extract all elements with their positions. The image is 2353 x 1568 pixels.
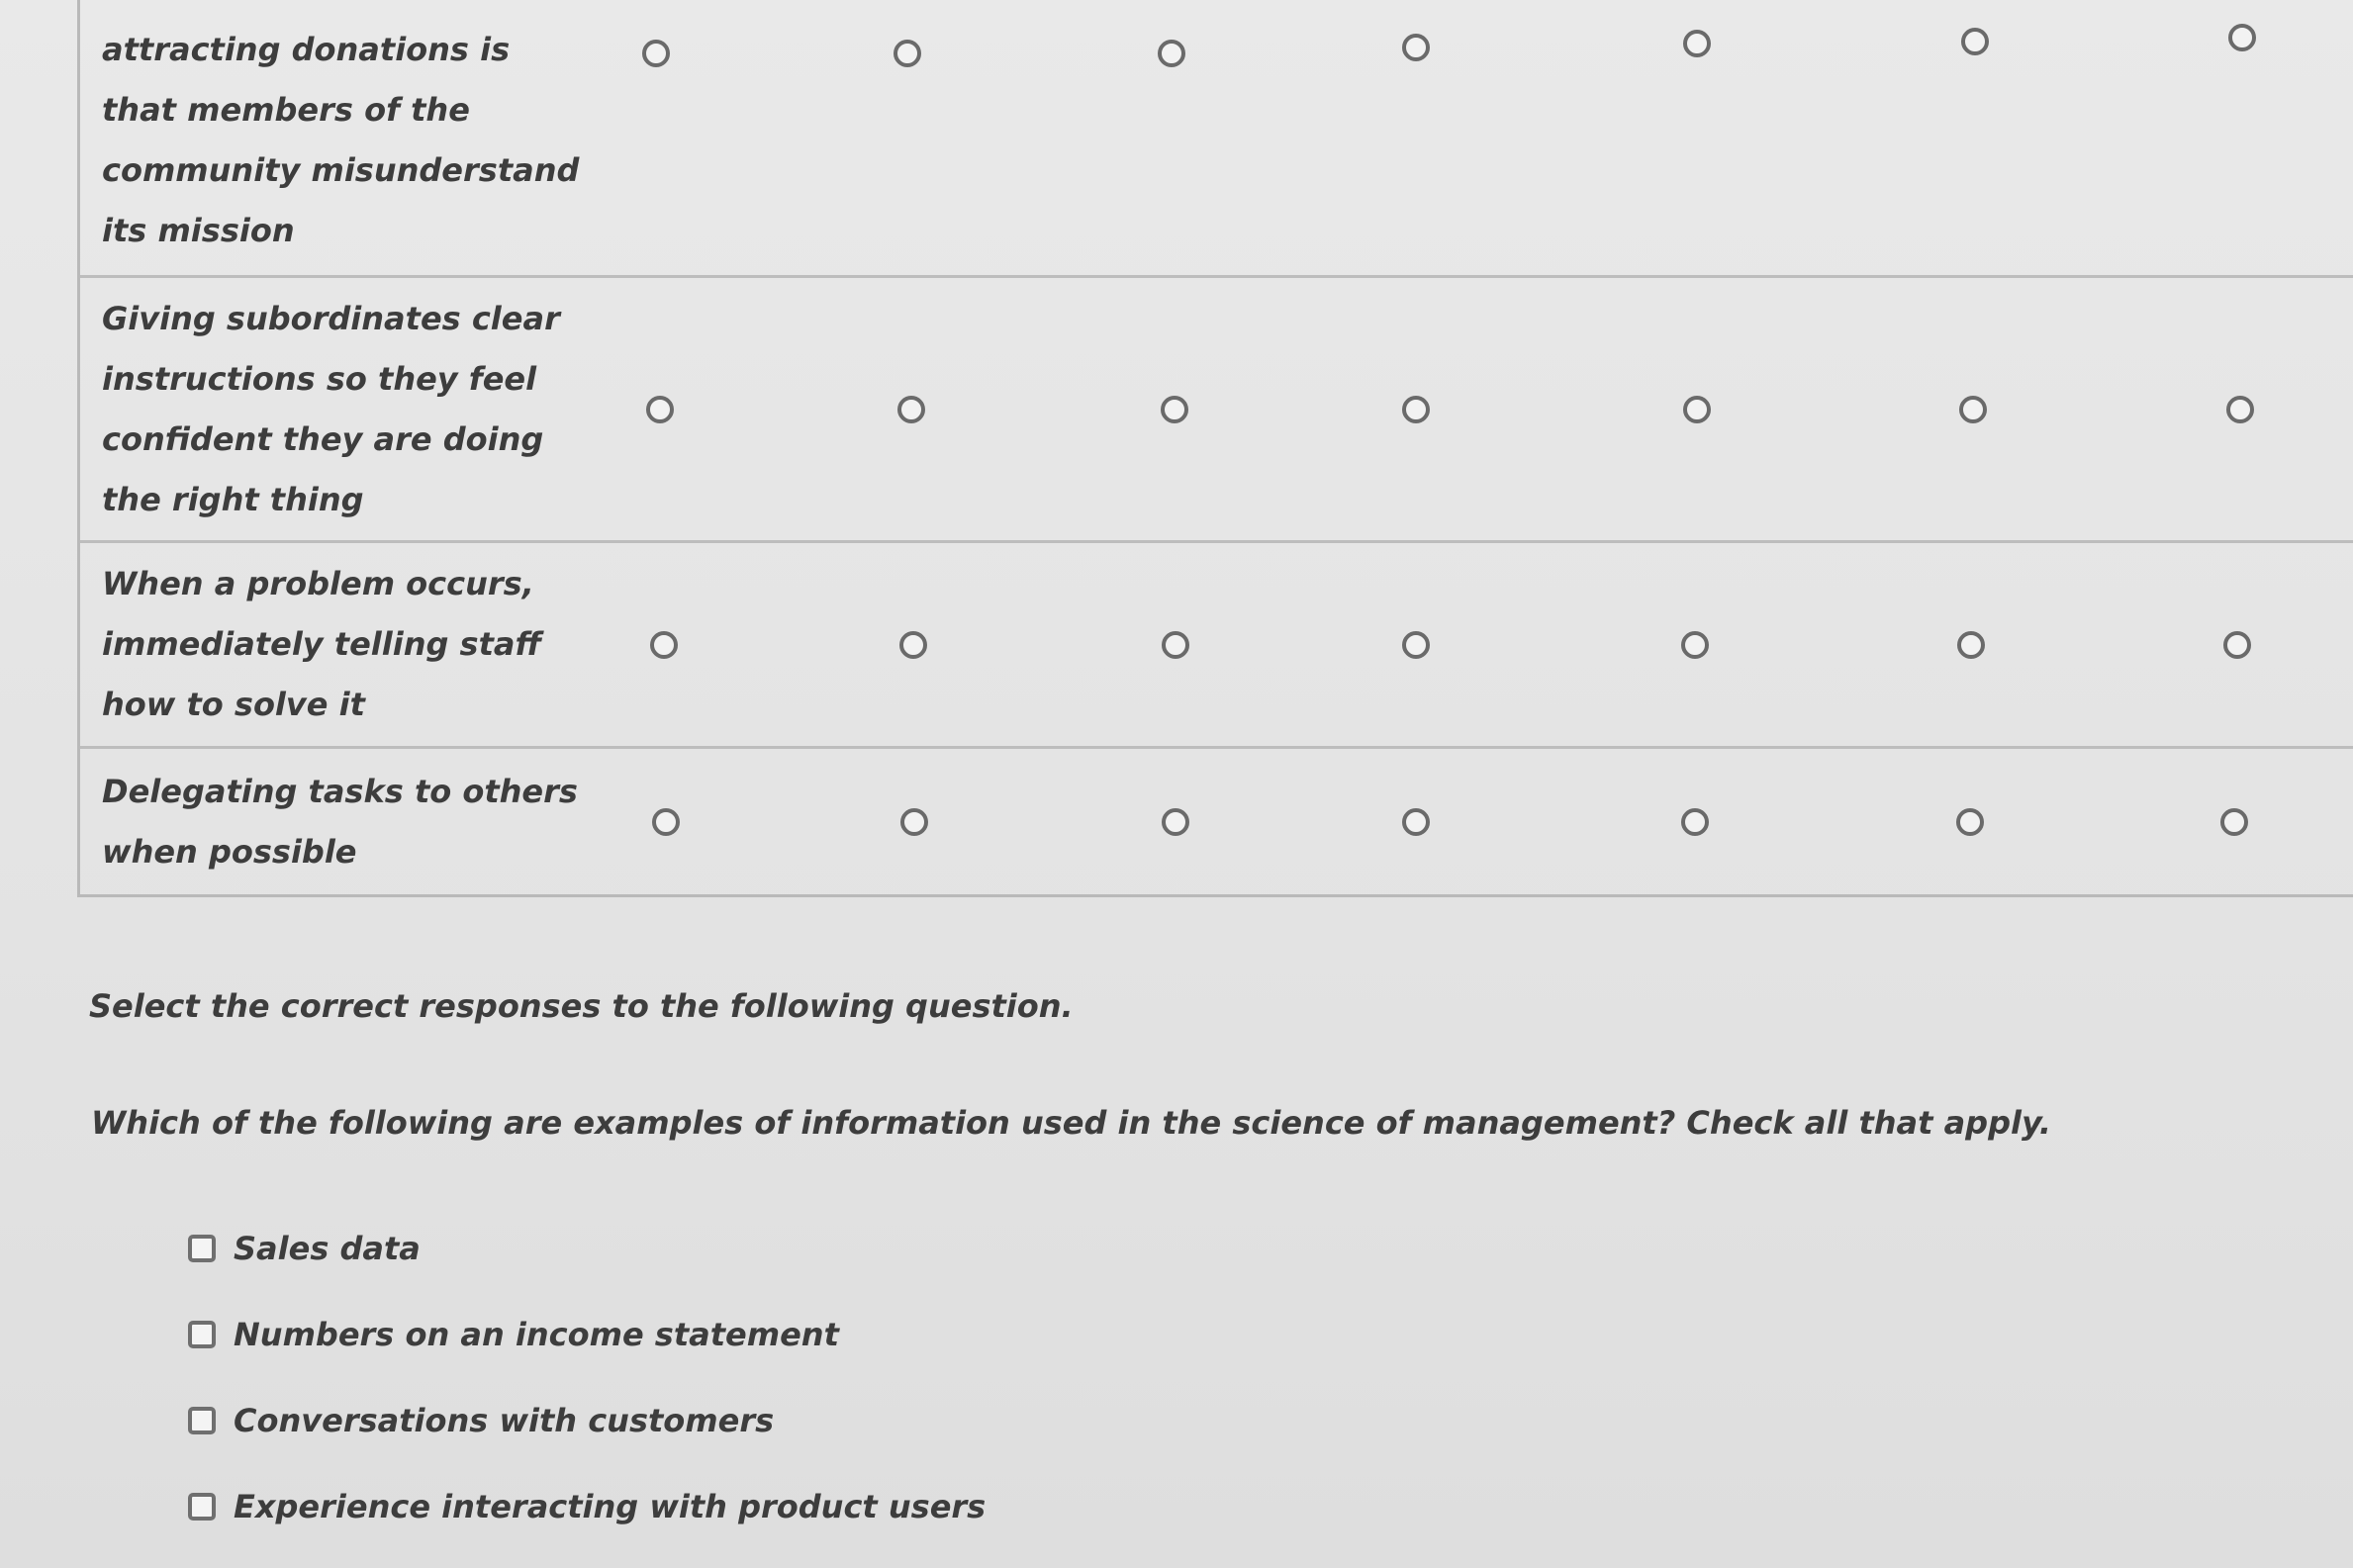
radio-option-2[interactable] bbox=[900, 807, 928, 836]
radio-option-4[interactable] bbox=[1402, 807, 1430, 836]
radio-option-5[interactable] bbox=[1681, 807, 1709, 836]
matrix-row: Giving subordinates clear instructions s… bbox=[80, 275, 2353, 540]
radio-option-5[interactable] bbox=[1683, 30, 1711, 57]
radio-option-6[interactable] bbox=[1956, 807, 1984, 836]
matrix-row-label: Giving subordinates clear instructions s… bbox=[102, 299, 560, 518]
radio-option-7[interactable] bbox=[2228, 24, 2256, 51]
radio-option-7[interactable] bbox=[2226, 395, 2254, 423]
choice-label: Numbers on an income statement bbox=[234, 1315, 839, 1353]
radio-option-5[interactable] bbox=[1681, 630, 1709, 659]
checkbox[interactable] bbox=[188, 1406, 216, 1434]
question-instruction: Select the correct responses to the foll… bbox=[89, 987, 1074, 1025]
radio-option-1[interactable] bbox=[650, 630, 678, 659]
radio-option-1[interactable] bbox=[652, 807, 680, 836]
radio-option-4[interactable] bbox=[1402, 395, 1430, 423]
choice-label: Experience interacting with product user… bbox=[234, 1487, 987, 1525]
matrix-row: When a problem occurs, immediately telli… bbox=[80, 540, 2353, 746]
radio-option-6[interactable] bbox=[1957, 630, 1985, 659]
radio-option-4[interactable] bbox=[1402, 630, 1430, 659]
radio-option-6[interactable] bbox=[1959, 395, 1987, 423]
matrix-row-label: When a problem occurs, immediately telli… bbox=[102, 565, 542, 723]
choice-label: Sales data bbox=[234, 1229, 421, 1267]
survey-page: attracting donations is that members of … bbox=[0, 0, 2353, 1568]
checkbox[interactable] bbox=[188, 1320, 216, 1348]
matrix-row: Delegating tasks to others when possible bbox=[80, 746, 2353, 894]
choice-sales-data[interactable]: Sales data bbox=[188, 1205, 986, 1291]
matrix-row-label: Delegating tasks to others when possible bbox=[102, 772, 578, 871]
radio-option-2[interactable] bbox=[894, 40, 921, 67]
checkbox[interactable] bbox=[188, 1234, 216, 1262]
likert-matrix: attracting donations is that members of … bbox=[77, 0, 2353, 897]
choice-label: Conversations with customers bbox=[234, 1401, 775, 1439]
matrix-row-label: attracting donations is that members of … bbox=[102, 31, 580, 249]
choice-income-statement[interactable]: Numbers on an income statement bbox=[188, 1291, 986, 1377]
radio-option-5[interactable] bbox=[1683, 395, 1711, 423]
radio-option-4[interactable] bbox=[1402, 34, 1430, 61]
radio-option-7[interactable] bbox=[2220, 807, 2248, 836]
checkbox-group: Sales data Numbers on an income statemen… bbox=[188, 1205, 986, 1549]
radio-option-7[interactable] bbox=[2223, 630, 2251, 659]
checkbox[interactable] bbox=[188, 1492, 216, 1521]
question-prompt: Which of the following are examples of i… bbox=[91, 1104, 2052, 1142]
radio-option-2[interactable] bbox=[897, 395, 925, 423]
choice-product-user-experience[interactable]: Experience interacting with product user… bbox=[188, 1463, 986, 1549]
radio-option-3[interactable] bbox=[1158, 40, 1185, 67]
radio-option-3[interactable] bbox=[1162, 630, 1189, 659]
radio-option-3[interactable] bbox=[1162, 807, 1189, 836]
radio-option-2[interactable] bbox=[899, 630, 927, 659]
radio-option-6[interactable] bbox=[1961, 28, 1989, 55]
radio-option-1[interactable] bbox=[646, 395, 674, 423]
radio-option-1[interactable] bbox=[642, 40, 670, 67]
matrix-row: attracting donations is that members of … bbox=[80, 0, 2353, 275]
choice-customer-conversations[interactable]: Conversations with customers bbox=[188, 1377, 986, 1463]
radio-option-3[interactable] bbox=[1161, 395, 1188, 423]
